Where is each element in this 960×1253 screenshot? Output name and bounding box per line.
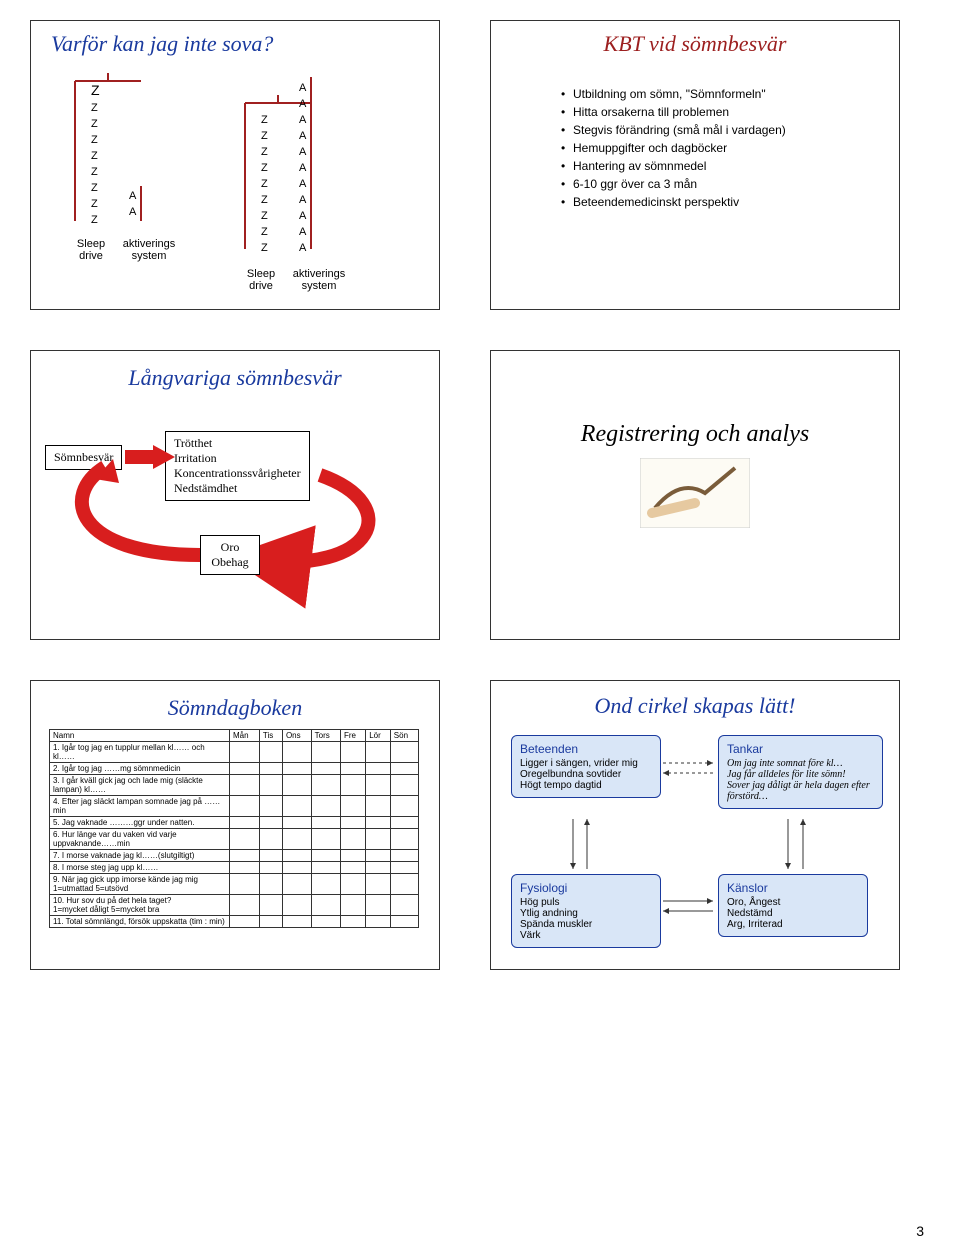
svg-text:Z: Z xyxy=(261,114,268,126)
th: Lör xyxy=(366,730,391,742)
svg-text:Z: Z xyxy=(261,162,268,174)
bullet: Hemuppgifter och dagböcker xyxy=(561,141,879,155)
table-row: 6. Hur länge var du vaken vid varje uppv… xyxy=(50,829,419,850)
sleep-drive-label: Sleep drive xyxy=(71,238,111,262)
bullet: Hitta orsakerna till problemen xyxy=(561,105,879,119)
svg-text:Z: Z xyxy=(91,214,98,226)
za-group-right: ZZZ ZZZ ZZZ AAA AAA AAA AA Sleep drive a… xyxy=(241,71,351,292)
table-row: 2. Igår tog jag ……mg sömnmedicin xyxy=(50,763,419,775)
page-number: 3 xyxy=(916,1223,924,1239)
za-bracket-svg: ZZZ ZZZ ZZZ AAA AAA AAA AA xyxy=(241,71,351,261)
sleep-drive-label: Sleep drive xyxy=(241,268,281,292)
svg-text:Z: Z xyxy=(91,198,98,210)
bullet: 6-10 ggr över ca 3 mån xyxy=(561,177,879,191)
slide-4: Registrering och analys xyxy=(490,350,900,640)
slide-5: Sömndagboken Namn Mån Tis Ons Tors Fre L… xyxy=(30,680,440,970)
slide-title: Registrering och analys xyxy=(511,421,879,448)
za-bracket-svg: ZZZ ZZZ ZZZ AA xyxy=(71,71,181,231)
bullet: Hantering av sömnmedel xyxy=(561,159,879,173)
th: Tors xyxy=(311,730,340,742)
table-row: 11. Total sömnlängd, försök uppskatta (t… xyxy=(50,916,419,928)
svg-text:A: A xyxy=(299,130,307,142)
slide-6: Ond cirkel skapas lätt! Beteenden xyxy=(490,680,900,970)
slide-title: KBT vid sömnbesvär xyxy=(511,31,879,57)
svg-text:Z: Z xyxy=(91,166,98,178)
box-title: Känslor xyxy=(727,881,859,895)
table-row: 1. Igår tog jag en tupplur mellan kl…… o… xyxy=(50,742,419,763)
svg-text:A: A xyxy=(299,210,307,222)
slide-title: Långvariga sömnbesvär xyxy=(45,365,425,391)
svg-text:Z: Z xyxy=(261,194,268,206)
table-row: 3. I går kväll gick jag och lade mig (sl… xyxy=(50,775,419,796)
svg-text:A: A xyxy=(299,98,307,110)
th: Tis xyxy=(259,730,282,742)
svg-text:Z: Z xyxy=(261,146,268,158)
svg-text:A: A xyxy=(299,194,307,206)
za-group-left: ZZZ ZZZ ZZZ AA Sleep drive aktiverings s… xyxy=(71,71,181,292)
box-title: Tankar xyxy=(727,742,874,756)
th: Mån xyxy=(230,730,260,742)
svg-text:Z: Z xyxy=(91,150,98,162)
svg-text:A: A xyxy=(299,82,307,94)
box-body: Ligger i sängen, vrider mig Oregelbundna… xyxy=(520,758,652,791)
writing-image-placeholder xyxy=(640,458,750,528)
svg-text:Z: Z xyxy=(261,226,268,238)
svg-text:Z: Z xyxy=(91,182,98,194)
svg-text:A: A xyxy=(129,206,137,218)
th: Namn xyxy=(50,730,230,742)
svg-text:Z: Z xyxy=(91,118,98,130)
th: Ons xyxy=(282,730,311,742)
svg-text:Z: Z xyxy=(261,242,268,254)
box-title: Beteenden xyxy=(520,742,652,756)
svg-text:Z: Z xyxy=(91,82,100,98)
table-row: 4. Efter jag släckt lampan somnade jag p… xyxy=(50,796,419,817)
table-row: 10. Hur sov du på det hela taget? 1=myck… xyxy=(50,895,419,916)
bullet: Beteendemedicinskt perspektiv xyxy=(561,195,879,209)
tankar-box: Tankar Om jag inte somnat före kl… Jag f… xyxy=(718,735,883,809)
table-row: 9. När jag gick upp imorse kände jag mig… xyxy=(50,874,419,895)
oro-box: Oro Obehag xyxy=(200,535,260,575)
box-body: Oro, Ångest Nedstämd Arg, Irriterad xyxy=(727,897,859,930)
bullet-list: Utbildning om sömn, "Sömnformeln" Hitta … xyxy=(511,87,879,209)
slide-title: Ond cirkel skapas lätt! xyxy=(503,693,887,719)
sleep-diary-table: Namn Mån Tis Ons Tors Fre Lör Sön 1. Igå… xyxy=(49,729,419,928)
th: Fre xyxy=(341,730,366,742)
bullet: Utbildning om sömn, "Sömnformeln" xyxy=(561,87,879,101)
beteenden-box: Beteenden Ligger i sängen, vrider mig Or… xyxy=(511,735,661,798)
svg-text:Z: Z xyxy=(91,134,98,146)
slide-title: Sömndagboken xyxy=(49,695,421,721)
svg-text:Z: Z xyxy=(261,130,268,142)
box-body: Hög puls Ytlig andning Spända muskler Vä… xyxy=(520,897,652,941)
svg-text:A: A xyxy=(299,226,307,238)
svg-text:A: A xyxy=(299,162,307,174)
svg-text:Z: Z xyxy=(261,210,268,222)
table-header-row: Namn Mån Tis Ons Tors Fre Lör Sön xyxy=(50,730,419,742)
slide-title: Varför kan jag inte sova? xyxy=(51,31,419,57)
svg-text:Z: Z xyxy=(261,178,268,190)
th: Sön xyxy=(390,730,418,742)
activation-system-label: aktiverings system xyxy=(119,238,179,262)
svg-text:A: A xyxy=(299,242,307,254)
table-row: 8. I morse steg jag upp kl…… xyxy=(50,862,419,874)
svg-text:A: A xyxy=(299,178,307,190)
svg-text:A: A xyxy=(299,146,307,158)
svg-text:Z: Z xyxy=(91,102,98,114)
bullet: Stegvis förändring (små mål i vardagen) xyxy=(561,123,879,137)
table-row: 7. I morse vaknade jag kl……(slutgiltigt) xyxy=(50,850,419,862)
svg-text:A: A xyxy=(299,114,307,126)
fysiologi-box: Fysiologi Hög puls Ytlig andning Spända … xyxy=(511,874,661,948)
slide-3: Långvariga sömnbesvär Sömnbesvär Trötthe… xyxy=(30,350,440,640)
box-body: Om jag inte somnat före kl… Jag får alld… xyxy=(727,758,874,802)
activation-system-label: aktiverings system xyxy=(289,268,349,292)
slide-2: KBT vid sömnbesvär Utbildning om sömn, "… xyxy=(490,20,900,310)
slide-1: Varför kan jag inte sova? ZZZ ZZZ ZZZ AA… xyxy=(30,20,440,310)
kanslor-box: Känslor Oro, Ångest Nedstämd Arg, Irrite… xyxy=(718,874,868,937)
cycle-arrow xyxy=(45,405,425,625)
box-title: Fysiologi xyxy=(520,881,652,895)
svg-text:A: A xyxy=(129,190,137,202)
table-row: 5. Jag vaknade ………ggr under natten. xyxy=(50,817,419,829)
